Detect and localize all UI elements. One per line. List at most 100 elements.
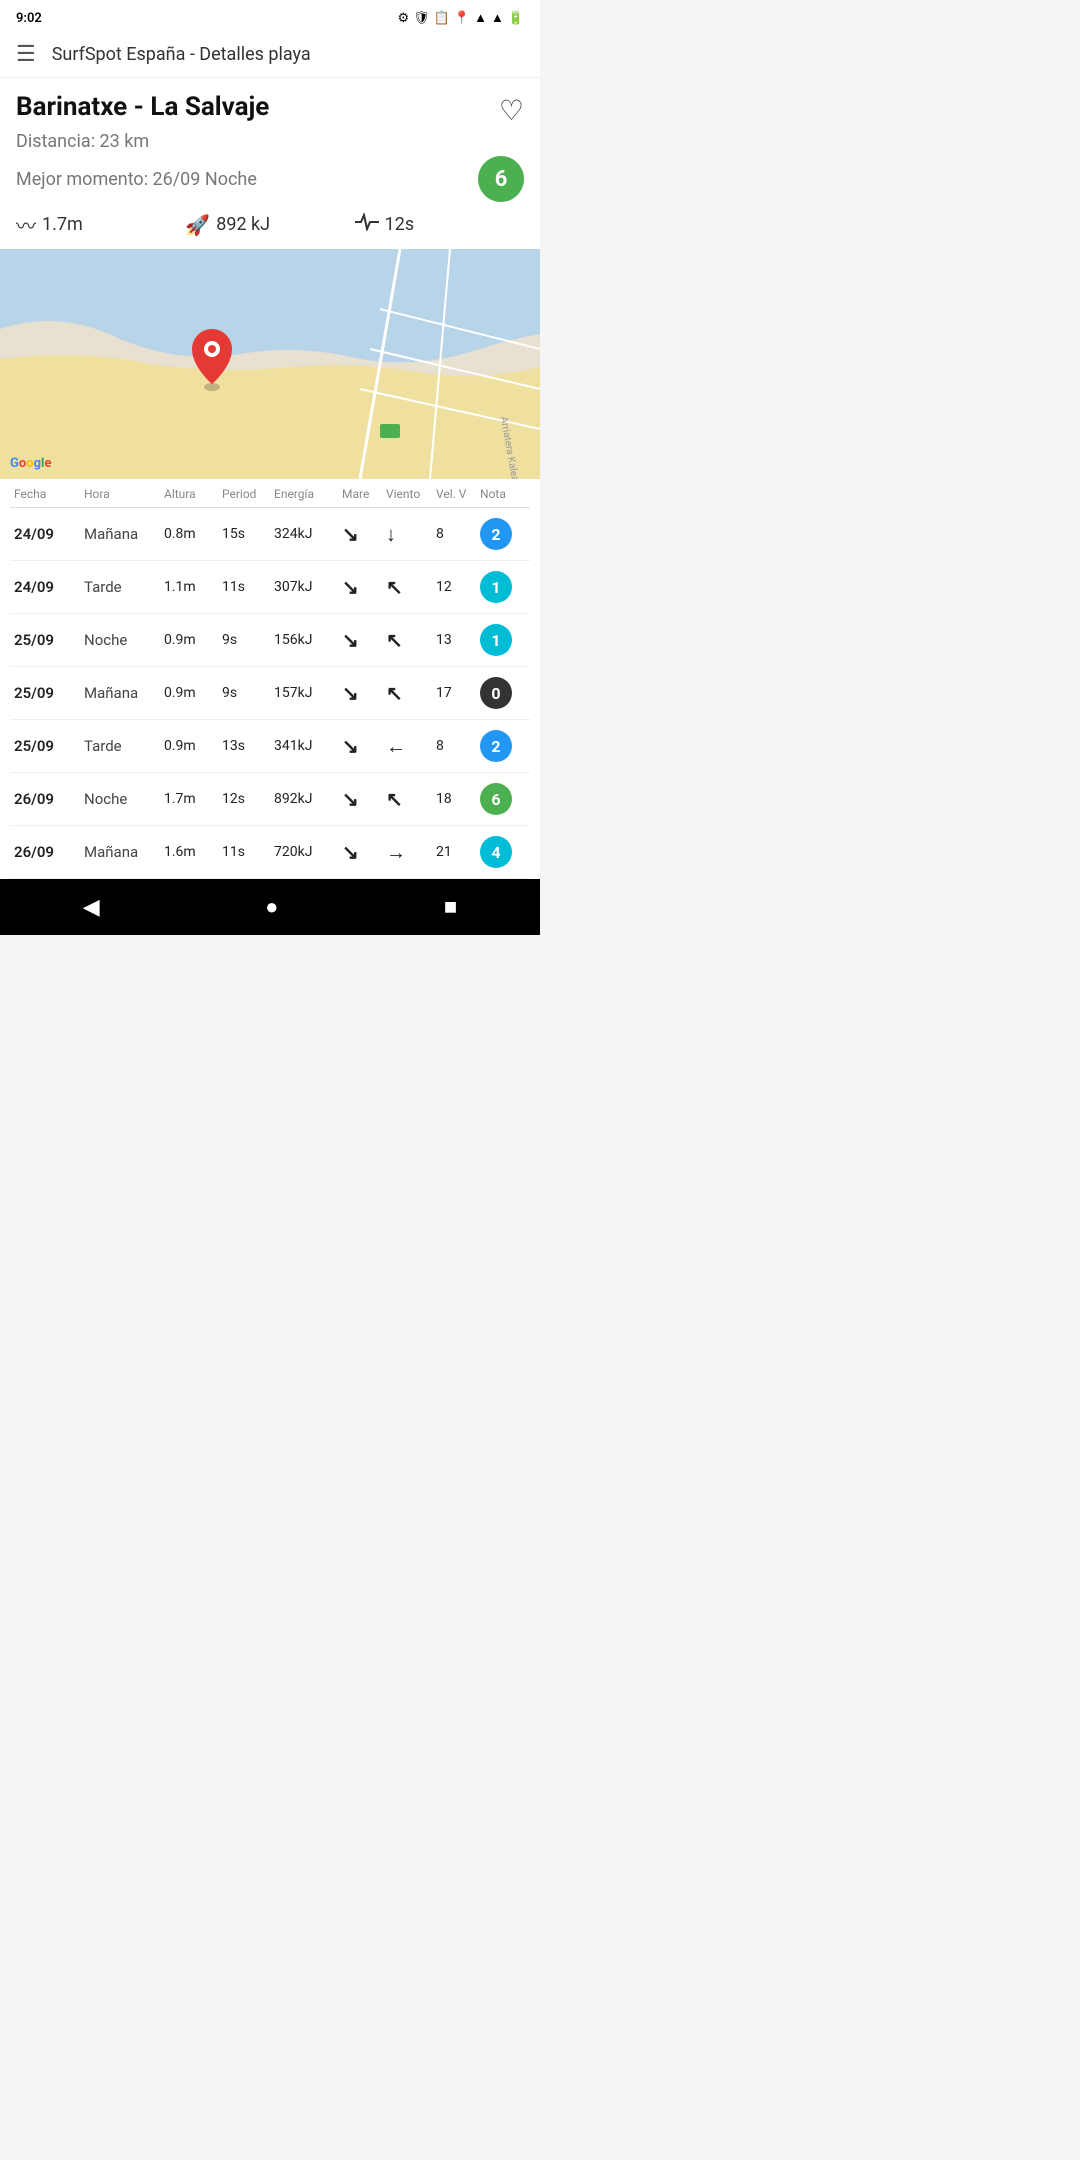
table-row[interactable]: 25/09 Noche 0.9m 9s 156kJ ↘ ↖ 13 1 — [10, 614, 530, 667]
cell-hora: Mañana — [84, 843, 164, 861]
table-row[interactable]: 26/09 Noche 1.7m 12s 892kJ ↘ ↖ 18 6 — [10, 773, 530, 826]
cell-altura: 0.9m — [164, 738, 222, 754]
google-logo: Google — [10, 456, 51, 471]
cell-viento: ↖ — [386, 681, 436, 705]
rocket-icon: 🚀 — [185, 213, 210, 237]
status-icons: ⚙ 🛡 📋 📍 ▲ ▲ 🔋 — [398, 10, 524, 26]
wifi-icon: ▲ — [491, 10, 504, 26]
cell-viento: ↖ — [386, 628, 436, 652]
cell-nota: 1 — [480, 624, 512, 656]
th-fecha: Fecha — [14, 487, 84, 501]
header-section: Barinatxe - La Salvaje ♡ Distancia: 23 k… — [0, 78, 540, 249]
cell-fecha: 25/09 — [14, 684, 84, 702]
cell-velv: 17 — [436, 685, 480, 701]
bottom-nav: ◀ ● ■ — [0, 879, 540, 935]
table-row[interactable]: 24/09 Mañana 0.8m 15s 324kJ ↘ ↓ 8 2 — [10, 508, 530, 561]
cell-altura: 1.7m — [164, 791, 222, 807]
battery-icon: 🔋 — [508, 11, 524, 26]
cell-mare: ↘ — [342, 575, 386, 599]
cell-altura: 0.8m — [164, 526, 222, 542]
cell-period: 9s — [222, 632, 274, 648]
beach-name: Barinatxe - La Salvaje — [16, 92, 499, 122]
recent-button[interactable]: ■ — [444, 894, 457, 920]
table-row[interactable]: 26/09 Mañana 1.6m 11s 720kJ ↘ → 21 4 — [10, 826, 530, 879]
th-altura: Altura — [164, 487, 222, 501]
cell-mare: ↘ — [342, 734, 386, 758]
cell-viento: ↓ — [386, 522, 436, 547]
cell-velv: 8 — [436, 526, 480, 542]
energy-stat: 🚀 892 kJ — [185, 213, 354, 237]
pulse-icon — [355, 213, 379, 236]
cell-hora: Mañana — [84, 525, 164, 543]
th-hora: Hora — [84, 487, 164, 501]
clipboard-icon: 📋 — [434, 11, 450, 26]
th-energia: Energía — [274, 487, 342, 501]
cell-velv: 21 — [436, 844, 480, 860]
cell-nota: 1 — [480, 571, 512, 603]
cell-velv: 8 — [436, 738, 480, 754]
cell-period: 15s — [222, 526, 274, 542]
cell-energia: 720kJ — [274, 844, 342, 860]
cell-viento: ↖ — [386, 575, 436, 599]
stats-row: 〰 1.7m 🚀 892 kJ 12s — [16, 210, 524, 239]
cell-fecha: 24/09 — [14, 525, 84, 543]
th-viento: Viento — [386, 487, 436, 501]
cell-velv: 18 — [436, 791, 480, 807]
home-button[interactable]: ● — [265, 894, 278, 920]
back-button[interactable]: ◀ — [83, 895, 100, 920]
period-value: 12s — [385, 214, 415, 235]
status-bar: 9:02 ⚙ 🛡 📋 📍 ▲ ▲ 🔋 — [0, 0, 540, 32]
signal-icon: ▲ — [474, 10, 487, 26]
cell-period: 12s — [222, 791, 274, 807]
cell-fecha: 26/09 — [14, 790, 84, 808]
cell-nota: 6 — [480, 783, 512, 815]
cell-nota: 2 — [480, 730, 512, 762]
cell-energia: 156kJ — [274, 632, 342, 648]
cell-mare: ↘ — [342, 681, 386, 705]
cell-fecha: 24/09 — [14, 578, 84, 596]
cell-energia: 307kJ — [274, 579, 342, 595]
cell-period: 9s — [222, 685, 274, 701]
cell-hora: Tarde — [84, 737, 164, 755]
cell-nota: 2 — [480, 518, 512, 550]
page-title: SurfSpot España - Detalles playa — [52, 44, 311, 65]
cell-hora: Noche — [84, 631, 164, 649]
cell-fecha: 25/09 — [14, 631, 84, 649]
wave-icon: 〰 — [16, 210, 36, 239]
best-moment-label: Mejor momento: 26/09 Noche — [16, 169, 257, 190]
cell-fecha: 25/09 — [14, 737, 84, 755]
cell-energia: 892kJ — [274, 791, 342, 807]
cell-period: 13s — [222, 738, 274, 754]
status-time: 9:02 — [16, 11, 42, 26]
table-row[interactable]: 24/09 Tarde 1.1m 11s 307kJ ↘ ↖ 12 1 — [10, 561, 530, 614]
menu-icon[interactable]: ☰ — [16, 42, 36, 67]
wave-height-stat: 〰 1.7m — [16, 210, 185, 239]
table-row[interactable]: 25/09 Tarde 0.9m 13s 341kJ ↘ ← 8 2 — [10, 720, 530, 773]
cell-nota: 4 — [480, 836, 512, 868]
table-row[interactable]: 25/09 Mañana 0.9m 9s 157kJ ↘ ↖ 17 0 — [10, 667, 530, 720]
cell-velv: 13 — [436, 632, 480, 648]
cell-mare: ↘ — [342, 522, 386, 546]
th-nota: Nota — [480, 487, 524, 501]
cell-energia: 341kJ — [274, 738, 342, 754]
shield-icon: 🛡 — [413, 11, 430, 26]
distance-label: Distancia: 23 km — [16, 131, 524, 152]
wave-height-value: 1.7m — [42, 214, 83, 235]
th-mare: Mare — [342, 487, 386, 501]
cell-viento: → — [386, 840, 436, 865]
cell-nota: 0 — [480, 677, 512, 709]
th-velv: Vel. V — [436, 487, 480, 501]
cell-altura: 1.1m — [164, 579, 222, 595]
cell-hora: Noche — [84, 790, 164, 808]
location-icon: 📍 — [454, 11, 470, 26]
cell-fecha: 26/09 — [14, 843, 84, 861]
favorite-button[interactable]: ♡ — [499, 94, 524, 127]
map-container[interactable]: Arriatera Kalea Google — [0, 249, 540, 479]
cell-hora: Mañana — [84, 684, 164, 702]
settings-icon: ⚙ — [398, 11, 410, 26]
energy-value: 892 kJ — [216, 214, 270, 235]
period-stat: 12s — [355, 213, 524, 236]
cell-mare: ↘ — [342, 628, 386, 652]
cell-energia: 157kJ — [274, 685, 342, 701]
cell-energia: 324kJ — [274, 526, 342, 542]
